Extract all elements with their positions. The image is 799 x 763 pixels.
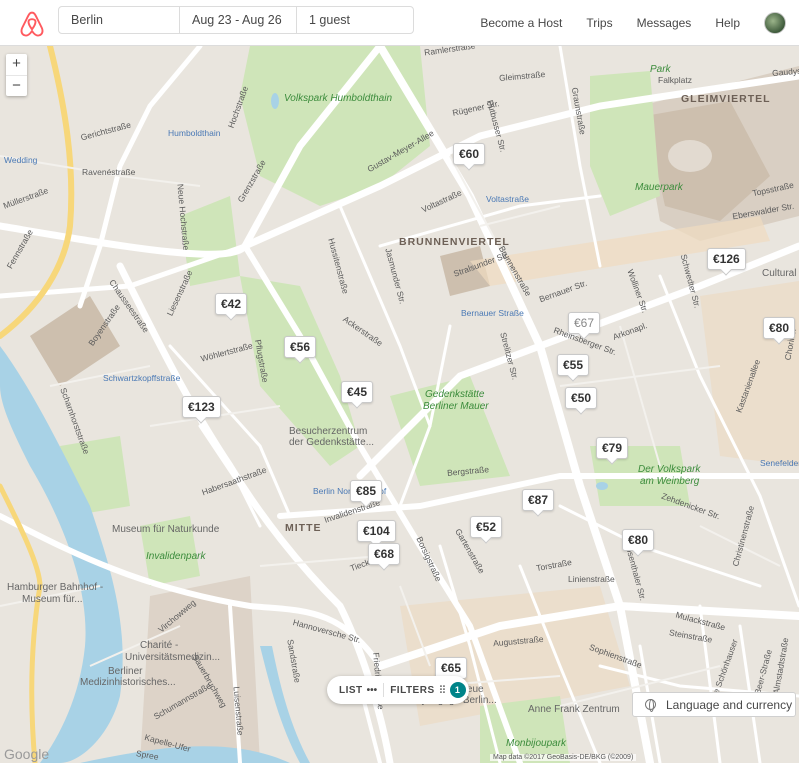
price-pin[interactable]: €123 — [182, 396, 221, 418]
district-label: MITTE — [285, 522, 322, 534]
nav-help[interactable]: Help — [715, 16, 740, 30]
transit-label: Wedding — [4, 155, 38, 165]
price-pin[interactable]: €126 — [707, 248, 746, 270]
park-label: Berliner Mauer — [423, 401, 489, 412]
park-label: Der Volkspark — [638, 464, 701, 475]
park-label: Volkspark Humboldthain — [284, 93, 393, 104]
poi-label: der Gedenkstätte... — [289, 437, 375, 448]
nav-messages[interactable]: Messages — [637, 16, 692, 30]
filters-button[interactable]: FILTERS ⫶⫶ 1 — [390, 682, 466, 698]
price-pin-viewed[interactable]: €67 — [568, 312, 601, 334]
poi-label: Museum für... — [22, 594, 83, 605]
zoom-out-button[interactable]: − — [6, 75, 27, 96]
search-bar[interactable]: Berlin Aug 23 - Aug 26 1 guest — [58, 6, 414, 34]
transit-label: Humboldthain — [168, 128, 221, 138]
zoom-in-button[interactable]: + — [6, 54, 27, 75]
poi-label: Medizinhistorisches... — [80, 677, 176, 688]
park-label: Monbijoupark — [506, 738, 567, 749]
search-location[interactable]: Berlin — [59, 7, 179, 33]
price-pin[interactable]: €68 — [368, 543, 401, 565]
map-attribution: Map data ©2017 GeoBasis-DE/BKG (©2009) — [490, 754, 637, 761]
price-pin[interactable]: €60 — [453, 143, 486, 165]
language-currency-button[interactable]: Language and currency — [632, 692, 796, 717]
park-label: Park — [650, 64, 671, 75]
top-header: Berlin Aug 23 - Aug 26 1 guest Become a … — [0, 0, 799, 46]
poi-label: Falkplatz — [658, 75, 693, 85]
search-dates[interactable]: Aug 23 - Aug 26 — [179, 7, 296, 33]
language-currency-label: Language and currency — [666, 697, 793, 712]
park-label: am Weinberg — [640, 476, 700, 487]
poi-label: Besucherzentrum — [289, 426, 368, 437]
filter-sliders-icon: ⫶⫶ — [439, 684, 446, 696]
pill-divider — [383, 683, 385, 697]
transit-label: Senefelder — [760, 458, 799, 468]
airbnb-logo-icon[interactable] — [18, 10, 46, 38]
price-pin[interactable]: €80 — [763, 317, 796, 339]
list-label: LIST — [339, 684, 363, 696]
transit-label: Bernauer Straße — [461, 308, 524, 318]
globe-icon — [645, 699, 656, 712]
transit-label: Voltastraße — [486, 194, 529, 204]
transit-label: Schwartzkopffstraße — [103, 373, 181, 383]
filter-count-badge: 1 — [449, 682, 466, 698]
park-label: Gedenkstätte — [425, 389, 485, 400]
park-label: Mauerpark — [635, 182, 683, 193]
nav-menu: Become a Host Trips Messages Help — [480, 0, 799, 46]
search-dates-text: Aug 23 - Aug 26 — [192, 13, 282, 27]
price-pin[interactable]: €42 — [215, 293, 248, 315]
park-label: Invalidenpark — [146, 551, 206, 562]
price-pin[interactable]: €45 — [341, 381, 374, 403]
filters-label: FILTERS — [390, 684, 435, 696]
search-guests[interactable]: 1 guest — [296, 7, 413, 33]
district-label: GLEIMVIERTEL — [681, 93, 771, 105]
search-guests-text: 1 guest — [309, 13, 351, 27]
nav-trips[interactable]: Trips — [586, 16, 612, 30]
list-button[interactable]: LIST ••• — [327, 685, 377, 696]
street-label: Linienstraße — [568, 574, 615, 584]
google-logo: Google — [4, 746, 50, 762]
poi-label: Universitätsmedizin... — [125, 652, 221, 663]
price-pin[interactable]: €52 — [470, 516, 503, 538]
price-pin[interactable]: €85 — [350, 480, 383, 502]
poi-label: Cultural — [762, 268, 797, 279]
price-pin[interactable]: €87 — [522, 489, 555, 511]
poi-label: Charité - — [140, 640, 179, 651]
list-dots-icon: ••• — [366, 684, 378, 696]
price-pin[interactable]: €50 — [565, 387, 598, 409]
price-pin[interactable]: €80 — [622, 529, 655, 551]
zoom-controls: + − — [6, 54, 27, 96]
nav-become-host[interactable]: Become a Host — [480, 16, 562, 30]
user-avatar[interactable] — [764, 12, 786, 34]
poi-label: Hamburger Bahnhof - — [7, 582, 104, 593]
search-location-text: Berlin — [71, 13, 103, 27]
price-pin[interactable]: €55 — [557, 354, 590, 376]
street-label: Ravenéstraße — [82, 167, 136, 177]
map-view[interactable]: + − GLEIMVIERTEL BRUNNENVIERTEL MITTE Vo… — [0, 46, 799, 763]
poi-label: Museum für Naturkunde — [112, 524, 220, 535]
district-label: BRUNNENVIERTEL — [399, 236, 510, 248]
price-pin[interactable]: €56 — [284, 336, 317, 358]
poi-label: Anne Frank Zentrum — [528, 704, 620, 715]
list-filters-bar: LIST ••• FILTERS ⫶⫶ 1 — [327, 676, 469, 704]
price-pin[interactable]: €79 — [596, 437, 629, 459]
price-pin[interactable]: €104 — [357, 520, 396, 542]
poi-label: Berliner — [108, 666, 143, 677]
